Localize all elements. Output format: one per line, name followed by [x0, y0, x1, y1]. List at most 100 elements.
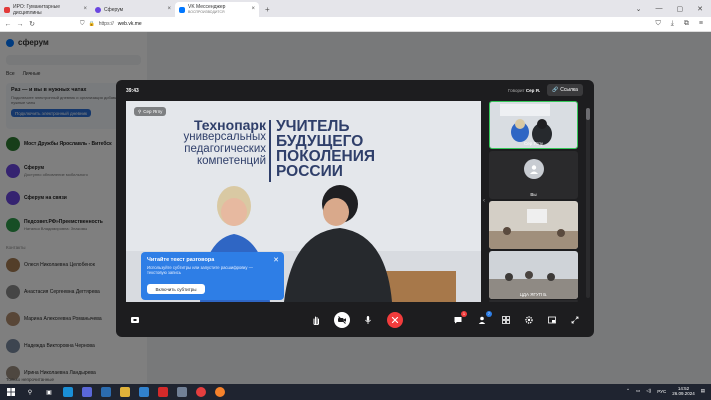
browser-nav-bar: ← → ↻ ⛉ 🔒 https://web.vk.me ⛉ ⤓ ⧉ ≡ — [0, 17, 711, 32]
participant-thumb[interactable] — [489, 300, 578, 302]
hint-text: Используйте субтитры или запустите расши… — [147, 265, 253, 275]
participants-scrollbar[interactable] — [586, 108, 590, 298]
language-indicator[interactable]: РУС — [657, 389, 666, 394]
participant-thumb[interactable]: ЦДА ЯГУП Б. — [489, 251, 578, 299]
screen-share-button[interactable] — [127, 312, 143, 328]
screen-icon — [131, 317, 139, 323]
windows-taskbar: ⚲ ▣ ⌃ ▭ ◁) РУС 14:52 26.09.2024 ▤ — [0, 384, 711, 400]
system-tray: ⌃ ▭ ◁) РУС 14:52 26.09.2024 ▤ — [626, 386, 705, 396]
participant-name: Сер Ягпу — [523, 141, 544, 146]
tab-close-icon[interactable]: × — [251, 6, 255, 12]
call-controls: 1 7 — [116, 308, 594, 332]
menu-icon[interactable]: ≡ — [699, 20, 703, 28]
main-video-tile[interactable]: ⚲ Сер Ягпу Технопарк универсальных педаг… — [126, 101, 481, 302]
mail-icon[interactable] — [101, 387, 111, 397]
tabs-list-icon[interactable]: ⌄ — [636, 5, 642, 13]
copy-link-button[interactable]: 🔗 Ссылка — [547, 84, 583, 96]
browser-tab-sferum[interactable]: Сферум × — [91, 2, 175, 17]
link-label: Ссылка — [560, 87, 578, 93]
notifications-icon[interactable]: ▤ — [701, 388, 705, 394]
pocket-icon[interactable]: ⛉ — [656, 20, 661, 28]
wall-text-right: УЧИТЕЛЬ БУДУЩЕГО ПОКОЛЕНИЯ РОССИИ — [276, 118, 426, 180]
enable-subtitles-button[interactable]: Включить субтитры — [147, 284, 205, 294]
participants-badge: 7 — [486, 311, 492, 317]
gear-icon — [525, 316, 533, 324]
wall-line: УЧИТЕЛЬ — [276, 118, 350, 135]
tab-close-icon[interactable]: × — [83, 6, 87, 12]
speaker-name-badge: ⚲ Сер Ягпу — [134, 107, 167, 116]
participants-button[interactable]: 7 — [475, 311, 492, 328]
participant-thumb[interactable]: Сер Ягпу — [489, 101, 578, 149]
clock-date: 26.09.2024 — [672, 391, 695, 396]
acrobat-icon[interactable] — [158, 387, 168, 397]
end-call-button[interactable] — [387, 312, 403, 328]
minimize-call-button[interactable] — [544, 312, 560, 328]
search-icon[interactable]: ⚲ — [25, 387, 35, 397]
scrollbar-thumb[interactable] — [586, 108, 590, 120]
chevron-left-icon[interactable]: ‹ — [483, 198, 485, 204]
windows-start-icon[interactable] — [6, 387, 16, 397]
link-icon: 🔗 — [552, 87, 559, 93]
volume-icon[interactable]: ◁) — [646, 388, 651, 394]
reload-icon[interactable]: ↻ — [26, 20, 38, 28]
participant-woman-dark — [284, 185, 392, 302]
minimize-icon[interactable]: — — [656, 5, 663, 12]
speaker-name: Сер Ягпу — [143, 109, 163, 114]
address-bar[interactable]: ⛉ 🔒 https://web.vk.me — [80, 21, 142, 28]
app-icon[interactable] — [177, 387, 187, 397]
wall-line: педагогических — [184, 143, 266, 155]
raise-hand-button[interactable] — [308, 312, 324, 328]
fullscreen-button[interactable] — [567, 312, 583, 328]
avatar — [524, 159, 544, 179]
task-view-icon[interactable]: ▣ — [44, 387, 54, 397]
shield-icon: ⛉ — [80, 20, 85, 27]
participant-thumb[interactable] — [489, 201, 578, 249]
wall-line: Технопарк — [193, 117, 266, 133]
close-window-icon[interactable]: ✕ — [697, 5, 703, 13]
extensions-icon[interactable]: ⧉ — [684, 20, 689, 28]
speaking-indicator: Говорит Сер Я. — [508, 88, 540, 93]
tab-favicon-icon — [179, 6, 185, 13]
participant-thumb[interactable]: Вы — [489, 151, 578, 199]
chat-button[interactable]: 1 — [450, 311, 467, 328]
speaking-name: Сер Я. — [525, 88, 541, 93]
browser-tab-vk-messenger[interactable]: VK Мессенджер ВОСПРОИЗВОДИТСЯ × — [175, 2, 259, 17]
user-icon — [530, 165, 538, 174]
participants-strip: Сер Ягпу Вы ЦДА ЯГУП Б. — [489, 101, 579, 302]
tab-label: Сферум — [104, 6, 124, 13]
yandex-icon[interactable] — [196, 387, 206, 397]
back-icon[interactable]: ← — [2, 21, 14, 28]
tab-close-icon[interactable]: × — [167, 6, 171, 12]
app-icon[interactable] — [139, 387, 149, 397]
thumb-video — [489, 201, 578, 249]
network-icon[interactable]: ▭ — [636, 388, 640, 394]
address-host: web.vk.me — [117, 21, 142, 27]
downloads-icon[interactable]: ⤓ — [671, 20, 674, 28]
browser-tab-iro[interactable]: ИРО: Гуманитарные дисциплины × — [0, 2, 91, 17]
speaking-label: Говорит — [508, 88, 525, 93]
wall-line: компетенций — [196, 155, 266, 167]
clock[interactable]: 14:52 26.09.2024 — [672, 386, 695, 396]
forward-icon[interactable]: → — [14, 21, 26, 28]
wall-divider — [269, 120, 271, 182]
camera-off-icon — [338, 316, 346, 324]
new-tab-icon[interactable]: + — [259, 5, 276, 17]
participant-name: Вы — [530, 192, 537, 197]
wall-line: универсальных — [183, 131, 266, 143]
camera-toggle-button[interactable] — [334, 312, 350, 328]
edge-icon[interactable] — [63, 387, 73, 397]
wall-text-left: Технопарк универсальных педагогических к… — [156, 117, 266, 167]
microphone-button[interactable] — [360, 312, 376, 328]
settings-button[interactable] — [521, 312, 537, 328]
explorer-icon[interactable] — [120, 387, 130, 397]
call-timer: 39:43 — [126, 88, 139, 94]
store-icon[interactable] — [82, 387, 92, 397]
grid-layout-button[interactable] — [498, 312, 514, 328]
firefox-icon[interactable] — [215, 387, 225, 397]
picture-in-picture-icon — [548, 316, 556, 324]
maximize-icon[interactable]: ▢ — [677, 5, 684, 13]
close-icon[interactable]: ✕ — [273, 256, 279, 264]
subtitles-hint-popup: Читайте текст разговора Используйте субт… — [141, 252, 284, 300]
chevron-up-icon[interactable]: ⌃ — [626, 388, 630, 394]
end-call-icon — [391, 316, 399, 324]
